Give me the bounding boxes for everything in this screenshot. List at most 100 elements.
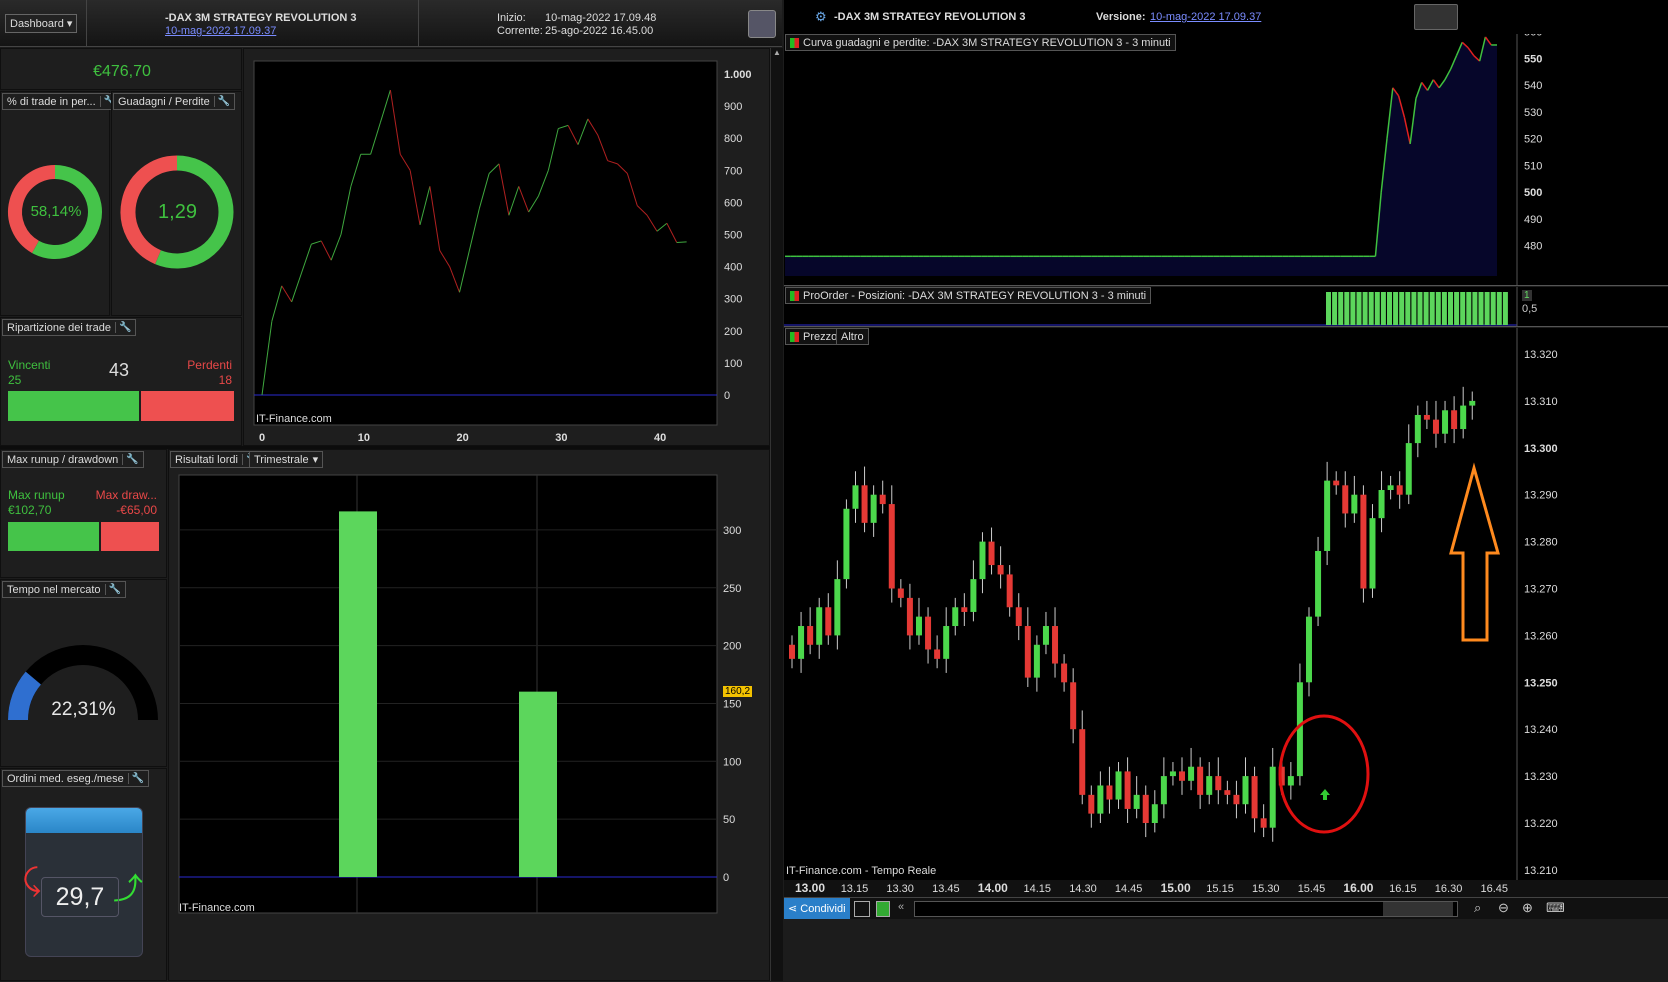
trade-split-tab[interactable]: Ripartizione dei trade 🔧 [2, 319, 137, 336]
candle-body [1106, 785, 1113, 800]
candle-body [952, 607, 959, 627]
orders-title: Ordini med. eseg./mese [7, 772, 124, 785]
orders-tab[interactable]: Ordini med. eseg./mese 🔧 [2, 770, 150, 787]
position-bar [1478, 292, 1484, 325]
candle-body [789, 644, 795, 659]
candle-body [1432, 419, 1439, 434]
highlight-circle [1278, 714, 1370, 834]
price-tab-label: Prezzo [803, 330, 838, 343]
x-tick-label: 16.15 [1389, 883, 1417, 895]
y-tick-label: 520 [1524, 134, 1542, 146]
candle-body [1342, 485, 1349, 514]
win-pct-tab[interactable]: % di trade in per... 🔧 [2, 93, 122, 110]
candle-body [1206, 776, 1213, 795]
zoom-out-icon[interactable]: ⊖ [1498, 900, 1509, 916]
candle-body [1315, 550, 1322, 617]
y-tick-label: 400 [724, 262, 742, 274]
position-bar [1423, 292, 1429, 325]
flag-icon [790, 37, 799, 48]
price-tab[interactable]: Prezzo [785, 328, 843, 345]
market-time-tab[interactable]: Tempo nel mercato 🔧 [2, 581, 126, 598]
share-button[interactable]: ⋖ Condividi [784, 898, 850, 920]
candle-body [1378, 490, 1385, 519]
strategy-title: -DAX 3M STRATEGY REVOLUTION 3 [165, 12, 357, 24]
position-bar [1484, 292, 1490, 325]
keyboard-icon[interactable]: ⌨ [1546, 900, 1565, 916]
y-tick-label: 510 [1524, 160, 1542, 172]
candle-body [979, 541, 986, 580]
wrench-icon[interactable]: 🔧 [104, 584, 121, 595]
x-tick-label: 16.00 [1343, 881, 1373, 895]
total-trades: 43 [109, 360, 130, 380]
position-bar [1417, 292, 1423, 325]
position-bar [1411, 292, 1417, 325]
flag-icon [790, 290, 799, 301]
chart-window-icon[interactable] [854, 901, 870, 917]
win-count: 25 [8, 373, 22, 387]
positions-tab[interactable]: ProOrder - Posizioni: -DAX 3M STRATEGY R… [785, 287, 1152, 304]
strategy-settings-icon[interactable] [748, 10, 776, 38]
zoom-in-icon[interactable]: ⊕ [1522, 900, 1533, 916]
candle-body [1042, 626, 1049, 645]
gain-loss-tab[interactable]: Guadagni / Perdite 🔧 [113, 93, 236, 110]
wrench-icon[interactable]: 🔧 [122, 454, 139, 465]
y-tick-label: 100 [724, 358, 742, 370]
candle-body [1006, 574, 1013, 608]
report-icon[interactable] [1414, 4, 1458, 30]
equity-curve-tab[interactable]: Curva guadagni e perdite: -DAX 3M STRATE… [785, 34, 1176, 51]
y-tick-label: 13.320 [1524, 349, 1558, 361]
positions-title: ProOrder - Posizioni: -DAX 3M STRATEGY R… [803, 289, 1147, 302]
right-version-link[interactable]: 10-mag-2022 17.09.37 [1150, 11, 1261, 23]
equity-chart: 1.000 900 800 700 600 500 400 300 200 100 0 0 10 20 30… [253, 60, 752, 444]
x-tick-label: 14.30 [1069, 883, 1097, 895]
candle-body [834, 579, 841, 636]
rewind-icon[interactable]: « [898, 901, 904, 913]
candle-body [1333, 480, 1340, 486]
other-tab[interactable]: Altro [836, 328, 869, 345]
current-label: Corrente: [497, 25, 543, 37]
zoom-fit-icon[interactable]: ⌕ [1474, 900, 1481, 916]
results-watermark: IT-Finance.com [179, 902, 255, 914]
wrench-icon[interactable]: 🔧 [213, 96, 230, 107]
wrench-icon[interactable]: 🔧 [114, 322, 131, 333]
win-pct-title: % di trade in per... [7, 95, 96, 108]
y-tick-label: 0 [723, 872, 729, 884]
vertical-scrollbar[interactable]: ▲ [770, 48, 783, 981]
candle-body [1169, 771, 1176, 777]
y-tick-label: 800 [724, 133, 742, 145]
y-tick-label: 1.000 [724, 69, 752, 81]
candle-body [1387, 485, 1394, 491]
order-icon[interactable] [876, 901, 890, 917]
candle-body [825, 607, 832, 636]
y-tick-label: 560 [1524, 34, 1542, 39]
position-bar [1374, 292, 1380, 325]
x-tick-label: 13.30 [886, 883, 914, 895]
equity-curve-title: Curva guadagni e perdite: -DAX 3M STRATE… [803, 36, 1171, 49]
left-header: Dashboard ▾ -DAX 3M STRATEGY REVOLUTION … [0, 0, 782, 47]
horizontal-scrollbar[interactable] [914, 901, 1458, 917]
y-tick-label: 700 [724, 165, 742, 177]
wrench-icon[interactable]: 🔧 [127, 773, 144, 784]
version-link[interactable]: 10-mag-2022 17.09.37 [165, 25, 276, 37]
x-tick-label: 13.15 [841, 883, 869, 895]
result-bar [339, 511, 377, 877]
loss-count: 18 [218, 373, 232, 387]
candle-body [1070, 682, 1077, 730]
candle-body [1079, 729, 1086, 795]
candle-body [816, 607, 823, 645]
positions-panel: ProOrder - Posizioni: -DAX 3M STRATEGY R… [784, 287, 1668, 327]
x-tick-label: 14.15 [1024, 883, 1052, 895]
y-tick-label: 550 [1524, 53, 1542, 65]
dashboard-dropdown[interactable]: Dashboard ▾ [5, 14, 78, 33]
runup-tab[interactable]: Max runup / drawdown 🔧 [2, 451, 144, 468]
y-tick-label: 480 [1524, 241, 1542, 253]
candle-body [1088, 794, 1095, 814]
gain-value: €476,70 [93, 63, 151, 80]
plot-area [178, 474, 718, 914]
trade-split-panel: Ripartizione dei trade 🔧 Vincenti 25 43 P… [0, 317, 242, 446]
equity-area [785, 36, 1497, 277]
candle-body [1151, 804, 1158, 823]
position-bar [1332, 292, 1338, 325]
x-tick-label: 40 [654, 432, 666, 444]
share-label: Condividi [800, 903, 846, 915]
